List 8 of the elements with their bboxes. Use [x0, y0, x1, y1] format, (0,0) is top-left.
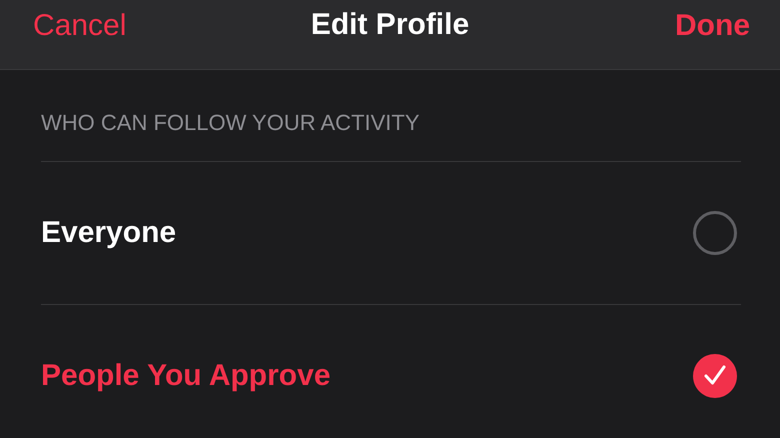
cancel-button[interactable]: Cancel [33, 8, 126, 42]
section-header: WHO CAN FOLLOW YOUR ACTIVITY [41, 70, 741, 162]
screen-title: Edit Profile [310, 8, 470, 42]
checkmark-radio[interactable] [693, 354, 737, 398]
radio-button[interactable] [693, 211, 737, 255]
option-label[interactable]: People You Approve [41, 359, 330, 393]
done-button[interactable]: Done [675, 8, 750, 42]
option-label[interactable]: Everyone [41, 216, 176, 250]
